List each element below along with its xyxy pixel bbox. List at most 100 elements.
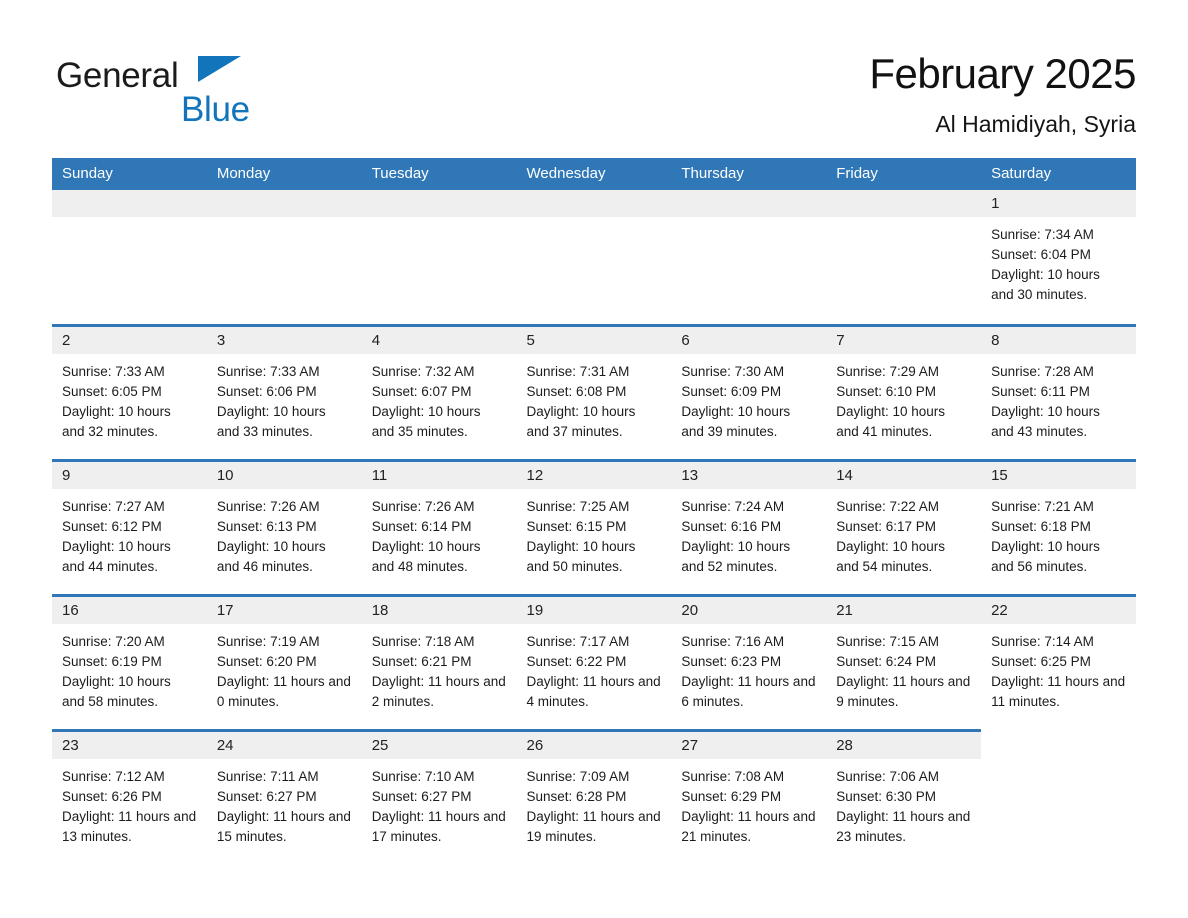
sunset-text: Sunset: 6:13 PM [216,518,317,534]
sunrise-text: Sunrise: 7:12 AM [62,768,165,784]
calendar-day-cell[interactable]: 15 Sunrise: 7:21 AM Sunset: 6:18 PM Dayligh… [981,458,1136,595]
calendar-day-cell[interactable]: 23 Sunrise: 7:12 AM Sunset: 6:26 PM Dayligh… [52,728,207,865]
daylight-text: Daylight: 11 hours and 17 minutes. [371,808,506,844]
calendar-day-cell[interactable]: 28 Sunrise: 7:06 AM Sunset: 6:30 PM Dayligh… [826,728,982,865]
daylight-text: Daylight: 11 hours and 2 minutes. [371,673,506,709]
calendar-day-cell[interactable]: 22 Sunrise: 7:14 AM Sunset: 6:25 PM Dayligh… [981,593,1136,730]
sunset-text: Sunset: 6:28 PM [526,788,627,804]
calendar-day-cell[interactable]: 5 Sunrise: 7:31 AM Sunset: 6:08 PM Daylight… [516,323,672,460]
calendar-week-row: 16 Sunrise: 7:20 AM Sunset: 6:19 PM Dayligh… [52,593,1136,730]
calendar-day-cell[interactable]: 11 Sunrise: 7:26 AM Sunset: 6:14 PM Dayligh… [361,458,517,595]
sunset-text: Sunset: 6:19 PM [62,653,162,669]
daylight-text: Daylight: 11 hours and 11 minutes. [991,673,1126,709]
general-blue-logo[interactable]: General Blue [52,54,352,134]
empty-day-band [206,190,362,217]
calendar-day-cell[interactable]: 9 Sunrise: 7:27 AM Sunset: 6:12 PM Daylight… [52,458,207,595]
daylight-text: Daylight: 10 hours and 39 minutes. [681,403,791,439]
day-number: 22 [981,596,1136,624]
day-details: Sunrise: 7:16 AM Sunset: 6:23 PM Daylight:… [671,624,826,712]
sunrise-text: Sunrise: 7:22 AM [836,498,940,514]
sunset-text: Sunset: 6:30 PM [836,788,937,804]
day-number: 25 [361,731,517,759]
calendar-day-cell[interactable]: 2 Sunrise: 7:33 AM Sunset: 6:05 PM Daylight… [52,323,207,460]
calendar-table: Sunday Monday Tuesday Wednesday Thursday… [52,158,1136,865]
daylight-text: Daylight: 10 hours and 41 minutes. [836,403,946,439]
calendar-day-cell[interactable]: 25 Sunrise: 7:10 AM Sunset: 6:27 PM Dayligh… [361,728,517,865]
sunset-text: Sunset: 6:24 PM [836,653,937,669]
empty-day-band [52,190,207,217]
empty-day-band [826,190,982,217]
sunset-text: Sunset: 6:25 PM [991,653,1091,669]
sunset-text: Sunset: 6:23 PM [681,653,782,669]
calendar-day-cell[interactable]: 13 Sunrise: 7:24 AM Sunset: 6:16 PM Dayligh… [671,458,827,595]
empty-day-band [516,190,672,217]
day-details: Sunrise: 7:31 AM Sunset: 6:08 PM Daylight:… [517,354,672,442]
sunrise-text: Sunrise: 7:18 AM [371,633,475,649]
calendar-empty-cell [206,190,362,325]
calendar-empty-cell [52,190,207,325]
weekday-header-sunday: Sunday [52,158,207,190]
calendar-day-cell[interactable]: 7 Sunrise: 7:29 AM Sunset: 6:10 PM Daylight… [826,323,982,460]
day-details: Sunrise: 7:22 AM Sunset: 6:17 PM Daylight:… [826,489,981,577]
sunset-text: Sunset: 6:29 PM [681,788,782,804]
calendar-day-cell[interactable]: 3 Sunrise: 7:33 AM Sunset: 6:06 PM Daylight… [206,323,362,460]
sunrise-text: Sunrise: 7:15 AM [836,633,940,649]
calendar-empty-cell [516,190,672,325]
day-details: Sunrise: 7:32 AM Sunset: 6:07 PM Daylight:… [362,354,517,442]
calendar-day-cell[interactable]: 17 Sunrise: 7:19 AM Sunset: 6:20 PM Dayligh… [206,593,362,730]
sunrise-text: Sunrise: 7:20 AM [62,633,165,649]
calendar-day-cell[interactable]: 1 Sunrise: 7:34 AM Sunset: 6:04 PM Daylight… [981,190,1136,325]
daylight-text: Daylight: 10 hours and 32 minutes. [62,403,171,439]
daylight-text: Daylight: 10 hours and 37 minutes. [526,403,636,439]
calendar-day-cell[interactable]: 27 Sunrise: 7:08 AM Sunset: 6:29 PM Dayligh… [671,728,827,865]
daylight-text: Daylight: 11 hours and 6 minutes. [681,673,816,709]
day-details: Sunrise: 7:25 AM Sunset: 6:15 PM Daylight:… [517,489,672,577]
day-details: Sunrise: 7:08 AM Sunset: 6:29 PM Daylight:… [671,759,826,847]
weekday-header-thursday: Thursday [671,158,827,190]
calendar-day-cell[interactable]: 14 Sunrise: 7:22 AM Sunset: 6:17 PM Dayligh… [826,458,982,595]
sunset-text: Sunset: 6:17 PM [836,518,937,534]
sunrise-text: Sunrise: 7:30 AM [681,363,785,379]
daylight-text: Daylight: 11 hours and 9 minutes. [836,673,971,709]
day-number: 14 [826,461,982,489]
calendar-day-cell[interactable]: 20 Sunrise: 7:16 AM Sunset: 6:23 PM Dayligh… [671,593,827,730]
sunset-text: Sunset: 6:16 PM [681,518,782,534]
calendar-empty-cell [671,190,827,325]
calendar-day-cell[interactable]: 4 Sunrise: 7:32 AM Sunset: 6:07 PM Daylight… [361,323,517,460]
sunset-text: Sunset: 6:15 PM [526,518,627,534]
calendar-day-cell[interactable]: 18 Sunrise: 7:18 AM Sunset: 6:21 PM Dayligh… [361,593,517,730]
sunset-text: Sunset: 6:27 PM [216,788,317,804]
daylight-text: Daylight: 10 hours and 52 minutes. [681,538,791,574]
sunrise-text: Sunrise: 7:28 AM [991,363,1094,379]
day-details: Sunrise: 7:34 AM Sunset: 6:04 PM Daylight:… [981,217,1136,305]
sunrise-text: Sunrise: 7:10 AM [371,768,475,784]
day-number: 7 [826,326,982,354]
sunset-text: Sunset: 6:20 PM [216,653,317,669]
day-number: 21 [826,596,982,624]
day-details: Sunrise: 7:19 AM Sunset: 6:20 PM Daylight:… [207,624,362,712]
calendar-day-cell[interactable]: 19 Sunrise: 7:17 AM Sunset: 6:22 PM Dayligh… [516,593,672,730]
daylight-text: Daylight: 10 hours and 43 minutes. [991,403,1100,439]
sunset-text: Sunset: 6:04 PM [991,247,1091,262]
calendar-day-cell[interactable]: 21 Sunrise: 7:15 AM Sunset: 6:24 PM Dayligh… [826,593,982,730]
day-number: 24 [206,731,362,759]
day-details: Sunrise: 7:18 AM Sunset: 6:21 PM Daylight:… [362,624,517,712]
calendar-day-cell[interactable]: 10 Sunrise: 7:26 AM Sunset: 6:13 PM Dayligh… [206,458,362,595]
daylight-text: Daylight: 10 hours and 56 minutes. [991,538,1100,574]
sunset-text: Sunset: 6:07 PM [371,383,472,399]
calendar-day-cell[interactable]: 8 Sunrise: 7:28 AM Sunset: 6:11 PM Daylight… [981,323,1136,460]
sunrise-text: Sunrise: 7:19 AM [216,633,320,649]
calendar-day-cell[interactable]: 6 Sunrise: 7:30 AM Sunset: 6:09 PM Daylight… [671,323,827,460]
daylight-text: Daylight: 11 hours and 23 minutes. [836,808,971,844]
calendar-day-cell[interactable]: 16 Sunrise: 7:20 AM Sunset: 6:19 PM Dayligh… [52,593,207,730]
calendar-day-cell[interactable]: 26 Sunrise: 7:09 AM Sunset: 6:28 PM Dayligh… [516,728,672,865]
day-details: Sunrise: 7:26 AM Sunset: 6:13 PM Daylight:… [207,489,362,577]
daylight-text: Daylight: 10 hours and 30 minutes. [991,267,1100,302]
sunset-text: Sunset: 6:26 PM [62,788,162,804]
calendar-day-cell[interactable]: 12 Sunrise: 7:25 AM Sunset: 6:15 PM Dayligh… [516,458,672,595]
calendar-day-cell[interactable]: 24 Sunrise: 7:11 AM Sunset: 6:27 PM Dayligh… [206,728,362,865]
weekday-header-tuesday: Tuesday [361,158,517,190]
calendar-week-row: 2 Sunrise: 7:33 AM Sunset: 6:05 PM Daylight… [52,323,1136,460]
daylight-text: Daylight: 11 hours and 4 minutes. [526,673,661,709]
sunrise-text: Sunrise: 7:24 AM [681,498,785,514]
